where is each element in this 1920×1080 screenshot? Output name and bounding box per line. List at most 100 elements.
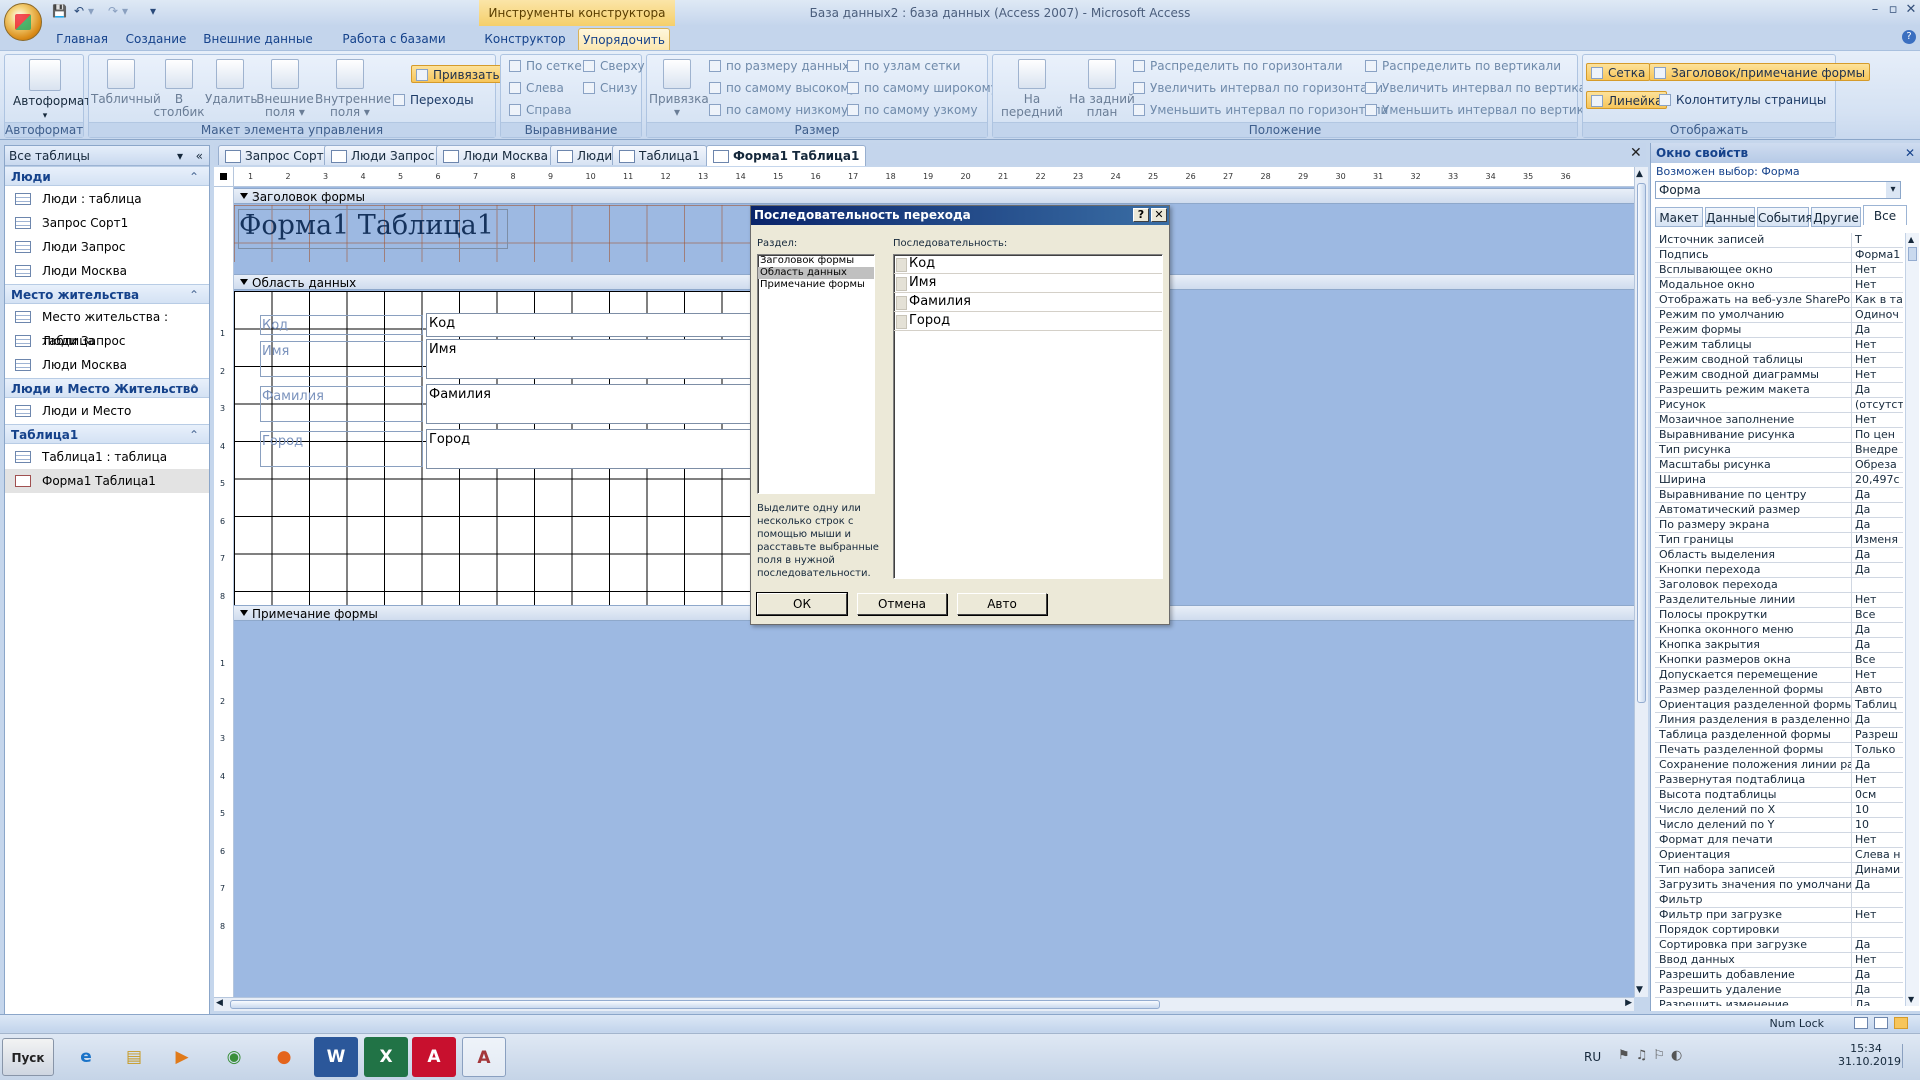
- property-row[interactable]: Полосы прокрутки Все: [1655, 608, 1903, 623]
- size-shortest-button[interactable]: по самому низкому: [709, 101, 848, 119]
- dialog-close-icon[interactable]: ✕: [1151, 208, 1167, 222]
- doc-tab[interactable]: Люди: [550, 145, 620, 165]
- doc-tab-active[interactable]: Форма1 Таблица1: [706, 145, 867, 166]
- property-row[interactable]: Таблица разделенной формы Разреш: [1655, 728, 1903, 743]
- property-value[interactable]: Да: [1852, 623, 1903, 637]
- property-value[interactable]: Да: [1852, 983, 1903, 997]
- scroll-up-icon[interactable]: ▲: [1908, 235, 1914, 244]
- property-value[interactable]: (отсутст: [1852, 398, 1903, 412]
- property-value[interactable]: Да: [1852, 563, 1903, 577]
- property-row[interactable]: Режим сводной диаграммы Нет: [1655, 368, 1903, 383]
- property-scroll-thumb[interactable]: [1908, 247, 1917, 261]
- property-row[interactable]: Режим формы Да: [1655, 323, 1903, 338]
- property-value[interactable]: Да: [1852, 938, 1903, 952]
- property-row[interactable]: Фильтр: [1655, 893, 1903, 908]
- media-player-icon[interactable]: ▶: [160, 1037, 204, 1077]
- property-row[interactable]: Кнопки размеров окна Все: [1655, 653, 1903, 668]
- property-value[interactable]: Да: [1852, 638, 1903, 652]
- property-row[interactable]: Разрешить режим макета Да: [1655, 383, 1903, 398]
- property-row[interactable]: Допускается перемещение Нет: [1655, 668, 1903, 683]
- property-row[interactable]: Область выделения Да: [1655, 548, 1903, 563]
- nav-dropdown-icon[interactable]: ▾: [177, 146, 183, 166]
- property-row[interactable]: Кнопки перехода Да: [1655, 563, 1903, 578]
- snap-to-grid-button[interactable]: Привязать: [411, 65, 505, 83]
- property-row[interactable]: Модальное окно Нет: [1655, 278, 1903, 293]
- tab-database-tools[interactable]: Работа с базами данных: [324, 28, 464, 68]
- save-icon[interactable]: 💾: [52, 4, 67, 20]
- property-value[interactable]: Да: [1852, 968, 1903, 982]
- label-surname[interactable]: Фамилия: [260, 386, 423, 422]
- property-row[interactable]: Режим по умолчанию Одиноч: [1655, 308, 1903, 323]
- section-option-selected[interactable]: Область данных: [758, 267, 874, 279]
- layout-view-icon[interactable]: [1874, 1017, 1888, 1029]
- autoformat-button[interactable]: Автоформат ▾: [13, 59, 91, 123]
- property-row[interactable]: Фильтр при загрузке Нет: [1655, 908, 1903, 923]
- label-name[interactable]: Имя: [260, 341, 423, 377]
- property-value[interactable]: Да: [1852, 488, 1903, 502]
- firefox-icon[interactable]: ●: [262, 1037, 306, 1077]
- close-property-sheet-icon[interactable]: ✕: [1905, 143, 1915, 163]
- property-value[interactable]: Разреш: [1852, 728, 1903, 742]
- section-bar-header[interactable]: Заголовок формы: [234, 188, 1634, 204]
- outer-margins-button[interactable]: Внешние поля ▾: [255, 59, 315, 119]
- tab-create[interactable]: Создание: [122, 28, 190, 50]
- property-row[interactable]: Разделительные линии Нет: [1655, 593, 1903, 608]
- property-row[interactable]: Режим таблицы Нет: [1655, 338, 1903, 353]
- align-left-button[interactable]: Слева: [509, 79, 564, 97]
- start-button[interactable]: Пуск: [2, 1038, 54, 1076]
- tab-arrange[interactable]: Упорядочить: [578, 28, 670, 50]
- dialog-title-bar[interactable]: Последовательность перехода ? ✕: [751, 206, 1169, 225]
- tab-other[interactable]: Другие: [1811, 207, 1861, 227]
- property-row[interactable]: Выравнивание по центру Да: [1655, 488, 1903, 503]
- property-value[interactable]: Нет: [1852, 263, 1903, 277]
- doc-tab[interactable]: Запрос Сорт1: [218, 145, 339, 165]
- property-value[interactable]: Нет: [1852, 908, 1903, 922]
- size-widest-button[interactable]: по самому широкому: [847, 79, 998, 97]
- property-row[interactable]: Сохранение положения линии ра: Да: [1655, 758, 1903, 773]
- nav-item[interactable]: Люди : таблица: [5, 187, 209, 211]
- scroll-left-icon[interactable]: ◀: [216, 998, 223, 1008]
- property-row[interactable]: Кнопка оконного меню Да: [1655, 623, 1903, 638]
- h-decrease-button[interactable]: Уменьшить интервал по горизонтали: [1133, 101, 1388, 119]
- explorer-icon[interactable]: ▤: [112, 1037, 156, 1077]
- page-header-footer-toggle[interactable]: Колонтитулы страницы: [1659, 91, 1826, 109]
- horizontal-ruler[interactable]: 1 2 3 4 5 6 7 8 9 10 11 12 13 14 15 16 17 18 19 20 21 22 23 24 2…: [234, 167, 1634, 187]
- property-value[interactable]: 0см: [1852, 788, 1903, 802]
- property-row[interactable]: Ориентация Слева н: [1655, 848, 1903, 863]
- property-value[interactable]: Нет: [1852, 668, 1903, 682]
- nav-collapse-icon[interactable]: «: [196, 146, 203, 166]
- scroll-down-icon[interactable]: ▼: [1636, 985, 1643, 995]
- tab-home[interactable]: Главная: [50, 28, 114, 50]
- show-desktop-button[interactable]: [1902, 1044, 1916, 1068]
- send-to-back-button[interactable]: На задний план: [1069, 59, 1135, 119]
- property-row[interactable]: Рисунок (отсутст: [1655, 398, 1903, 413]
- align-bottom-button[interactable]: Снизу: [583, 79, 638, 97]
- v-increase-button[interactable]: Увеличить интервал по вертикали: [1365, 79, 1601, 97]
- align-grid-button[interactable]: По сетке: [509, 57, 582, 75]
- property-row[interactable]: Всплывающее окно Нет: [1655, 263, 1903, 278]
- form-title-box[interactable]: Форма1 Таблица1: [238, 209, 508, 249]
- dialog-help-icon[interactable]: ?: [1133, 208, 1149, 222]
- form-view-icon[interactable]: [1854, 1017, 1868, 1029]
- tray-icons[interactable]: ⚑♫⚐◐: [1618, 1048, 1688, 1063]
- undo-dropdown-icon[interactable]: ▾: [88, 4, 94, 20]
- remove-layout-button[interactable]: Удалить: [205, 59, 258, 106]
- label-city[interactable]: Город: [260, 431, 423, 467]
- cancel-button[interactable]: Отмена: [857, 593, 947, 615]
- nav-item[interactable]: Люди Запрос: [5, 235, 209, 259]
- property-row[interactable]: Выравнивание рисунка По цен: [1655, 428, 1903, 443]
- property-row[interactable]: Разрешить изменение Да: [1655, 998, 1903, 1006]
- field-surname[interactable]: Фамилия: [426, 384, 754, 424]
- tab-design[interactable]: Конструктор: [480, 28, 570, 50]
- align-right-button[interactable]: Справа: [509, 101, 572, 119]
- nav-group-table1[interactable]: Таблица1 ⌃: [5, 424, 209, 444]
- property-value[interactable]: Да: [1852, 758, 1903, 772]
- property-row[interactable]: Разрешить добавление Да: [1655, 968, 1903, 983]
- nav-item[interactable]: Люди Москва: [5, 259, 209, 283]
- property-value[interactable]: Нет: [1852, 368, 1903, 382]
- size-tallest-button[interactable]: по самому высокому: [709, 79, 857, 97]
- property-row[interactable]: Число делений по X 10: [1655, 803, 1903, 818]
- property-row[interactable]: Тип набора записей Динами: [1655, 863, 1903, 878]
- tab-external-data[interactable]: Внешние данные: [200, 28, 316, 50]
- property-row[interactable]: Подпись Форма1: [1655, 248, 1903, 263]
